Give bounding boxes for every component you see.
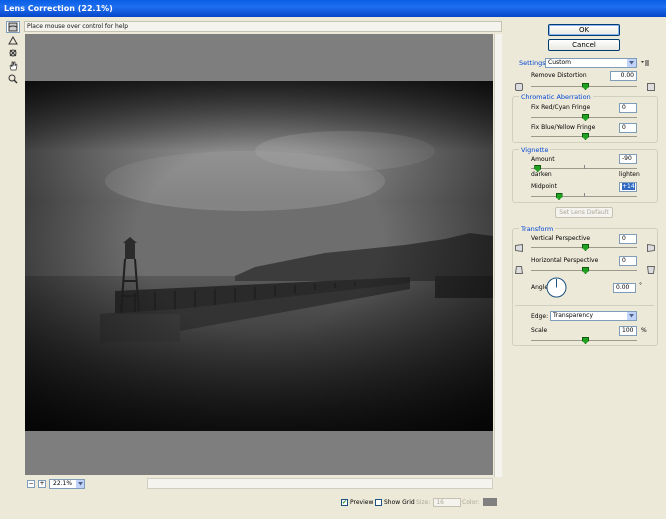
zoom-level-value: 22.1% <box>53 479 73 487</box>
slider-thumb[interactable] <box>582 244 587 251</box>
slider-thumb[interactable] <box>582 83 587 90</box>
preview-checkbox[interactable]: ✔ <box>341 498 348 506</box>
scale-unit: % <box>641 327 647 334</box>
chevron-down-icon <box>627 312 636 320</box>
settings-value: Custom <box>548 59 571 66</box>
slider-tick <box>584 165 585 169</box>
preview-toggle[interactable]: ✔ Preview <box>341 497 373 507</box>
slider-thumb[interactable] <box>582 267 587 274</box>
red-cyan-label: Fix Red/Cyan Fringe <box>531 104 591 111</box>
grid-color: Color: <box>462 497 497 507</box>
zoom-level-dropdown[interactable]: 22.1% <box>49 478 85 489</box>
settings-dropdown[interactable]: Custom <box>545 58 637 68</box>
perspective-right-icon <box>647 243 655 253</box>
horizontal-perspective-label: Horizontal Perspective <box>531 257 599 264</box>
blue-yellow-label: Fix Blue/Yellow Fringe <box>531 124 596 131</box>
pincushion-icon <box>515 83 523 91</box>
vignette-midpoint-slider[interactable] <box>531 193 637 200</box>
move-grid-tool-icon[interactable] <box>6 47 20 59</box>
perspective-top-icon <box>514 266 524 274</box>
preview-label: Preview <box>350 498 374 506</box>
remove-distortion-label: Remove Distortion <box>531 72 587 79</box>
edge-value: Transparency <box>553 312 594 319</box>
chevron-down-icon <box>76 479 84 488</box>
vignette-midpoint-value: +14 <box>622 183 635 190</box>
grid-color-label: Color: <box>462 498 480 506</box>
tool-panel <box>6 21 20 86</box>
grid-color-swatch[interactable] <box>482 498 497 506</box>
ok-button[interactable]: OK <box>548 24 620 36</box>
slider-thumb[interactable] <box>582 337 587 344</box>
vertical-perspective-slider[interactable] <box>531 245 637 250</box>
vignette-title: Vignette <box>519 146 551 154</box>
scale-label: Scale <box>531 327 548 334</box>
vignette-amount-field[interactable]: -90 <box>619 154 637 164</box>
show-grid-toggle[interactable]: Show Grid <box>375 497 415 507</box>
preview-image <box>25 81 493 431</box>
horizontal-perspective-slider[interactable] <box>531 268 637 273</box>
show-grid-checkbox[interactable] <box>375 498 382 506</box>
slider-tick <box>584 193 585 197</box>
help-text: Place mouse over control for help <box>24 21 502 32</box>
blue-yellow-slider[interactable] <box>531 134 637 139</box>
vignette-midpoint-label: Midpoint <box>531 183 557 190</box>
blue-yellow-field[interactable]: 0 <box>619 123 637 133</box>
perspective-left-icon <box>515 243 523 253</box>
vertical-scrollbar[interactable] <box>494 34 502 477</box>
grid-size-dropdown[interactable]: 16 <box>433 497 462 507</box>
vignette-amount-label: Amount <box>531 156 555 163</box>
red-cyan-slider[interactable] <box>531 115 637 120</box>
chevron-down-icon <box>627 59 636 67</box>
remove-distortion-slider[interactable] <box>531 84 637 89</box>
settings-menu-icon[interactable] <box>641 59 649 67</box>
divider <box>515 305 654 306</box>
show-grid-label: Show Grid <box>384 498 415 506</box>
slider-thumb[interactable] <box>582 133 587 140</box>
slider-thumb[interactable] <box>556 193 561 200</box>
settings-label: Settings: <box>519 59 548 67</box>
window-title: Lens Correction (22.1%) <box>0 0 666 17</box>
zoom-control: − + 22.1% <box>27 478 85 489</box>
vignette-midpoint-field[interactable]: +14 <box>619 182 637 192</box>
hand-tool-icon[interactable] <box>6 60 20 72</box>
vertical-perspective-label: Vertical Perspective <box>531 235 591 242</box>
horizontal-perspective-field[interactable]: 0 <box>619 256 637 266</box>
grid-size: Size: 16 <box>416 497 462 507</box>
remove-distortion-field[interactable]: 0.00 <box>610 71 637 81</box>
edge-dropdown[interactable]: Transparency <box>550 311 637 321</box>
zoom-in-button[interactable]: + <box>38 479 46 488</box>
lighten-label: lighten <box>619 171 640 178</box>
scale-field[interactable]: 100 <box>619 326 637 336</box>
remove-distortion-tool-icon[interactable] <box>6 21 20 33</box>
edge-label: Edge: <box>531 313 549 320</box>
transform-title: Transform <box>519 225 556 233</box>
red-cyan-field[interactable]: 0 <box>619 103 637 113</box>
angle-dial[interactable] <box>546 277 567 298</box>
angle-unit: ° <box>639 282 642 289</box>
horizontal-scrollbar[interactable] <box>147 478 493 489</box>
perspective-bottom-icon <box>646 266 656 274</box>
barrel-icon <box>647 83 655 91</box>
darken-label: darken <box>531 171 552 178</box>
set-lens-default-button[interactable]: Set Lens Default <box>555 207 613 218</box>
zoom-out-button[interactable]: − <box>27 479 35 488</box>
cancel-button[interactable]: Cancel <box>548 39 620 51</box>
vertical-perspective-field[interactable]: 0 <box>619 234 637 244</box>
chromatic-aberration-title: Chromatic Aberration <box>519 93 593 101</box>
scale-slider[interactable] <box>531 338 637 343</box>
grid-size-label: Size: <box>416 498 431 506</box>
slider-thumb[interactable] <box>582 114 587 121</box>
zoom-tool-icon[interactable] <box>6 73 20 85</box>
angle-field[interactable]: 0.00 <box>613 283 636 293</box>
straighten-tool-icon[interactable] <box>6 34 20 46</box>
